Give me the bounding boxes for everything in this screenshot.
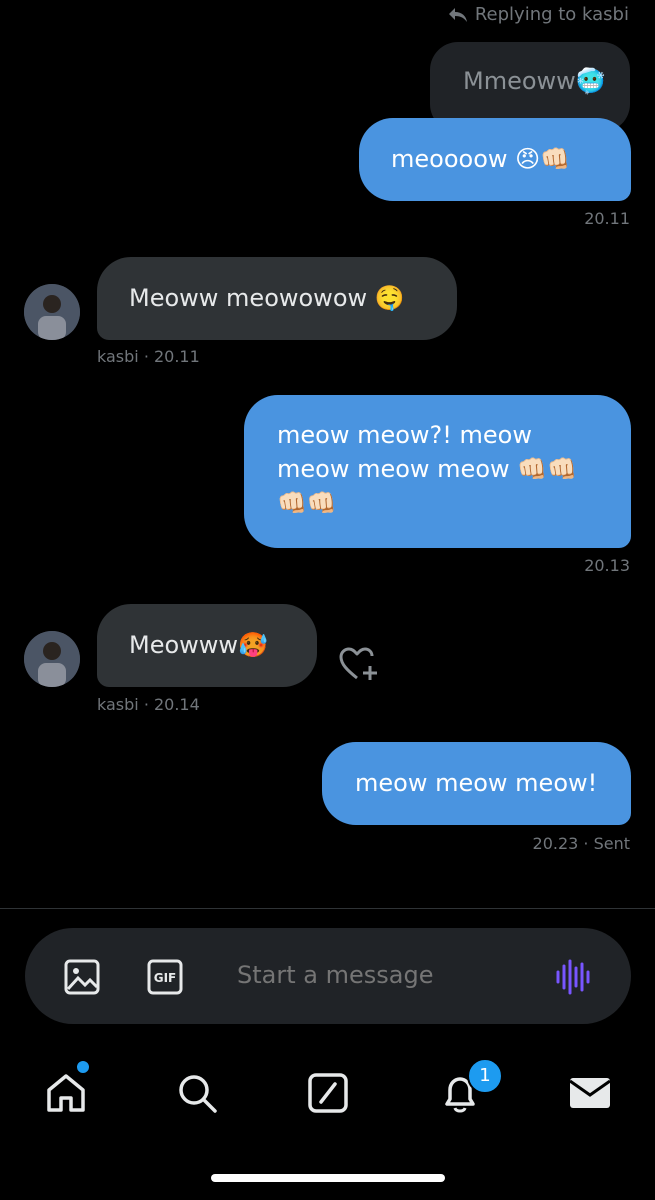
image-icon[interactable] xyxy=(63,958,101,996)
avatar[interactable] xyxy=(24,284,80,340)
avatar[interactable] xyxy=(24,631,80,687)
message-timestamp: 20.13 xyxy=(584,556,630,575)
reply-note-text: Replying to kasbi xyxy=(474,4,629,25)
home-indicator[interactable] xyxy=(211,1174,445,1182)
message-input[interactable] xyxy=(235,960,539,990)
message-status: 20.23 · Sent xyxy=(532,834,630,853)
mail-icon[interactable] xyxy=(567,1070,613,1116)
voice-icon[interactable] xyxy=(553,958,591,996)
message-meta: kasbi · 20.14 xyxy=(97,695,200,714)
message-bubble-received[interactable]: Meoww meowowow 🤤 xyxy=(97,257,457,340)
home-icon[interactable] xyxy=(43,1070,89,1116)
compose-icon[interactable] xyxy=(305,1070,351,1116)
message-bubble-sent[interactable]: meow meow?! meow meow meow meow 👊🏻👊🏻👊🏻👊🏻 xyxy=(244,395,631,548)
message-meta: kasbi · 20.11 xyxy=(97,347,200,366)
heart-add-icon[interactable] xyxy=(337,644,379,684)
search-icon[interactable] xyxy=(174,1070,220,1116)
gif-icon[interactable]: GIF xyxy=(146,958,184,996)
message-composer: GIF xyxy=(25,928,631,1024)
message-bubble-received[interactable]: Meowww🥵 xyxy=(97,604,317,687)
message-bubble-sent[interactable]: meoooow 😠👊🏻 xyxy=(359,118,631,201)
divider xyxy=(0,908,655,909)
message-bubble-sent[interactable]: meow meow meow! xyxy=(322,742,631,825)
notifications-badge: 1 xyxy=(467,1058,503,1094)
reply-icon xyxy=(448,7,467,22)
home-unread-dot xyxy=(75,1059,91,1075)
reply-note: Replying to kasbi xyxy=(447,4,629,25)
svg-text:GIF: GIF xyxy=(154,971,177,985)
message-timestamp: 20.11 xyxy=(584,209,630,228)
